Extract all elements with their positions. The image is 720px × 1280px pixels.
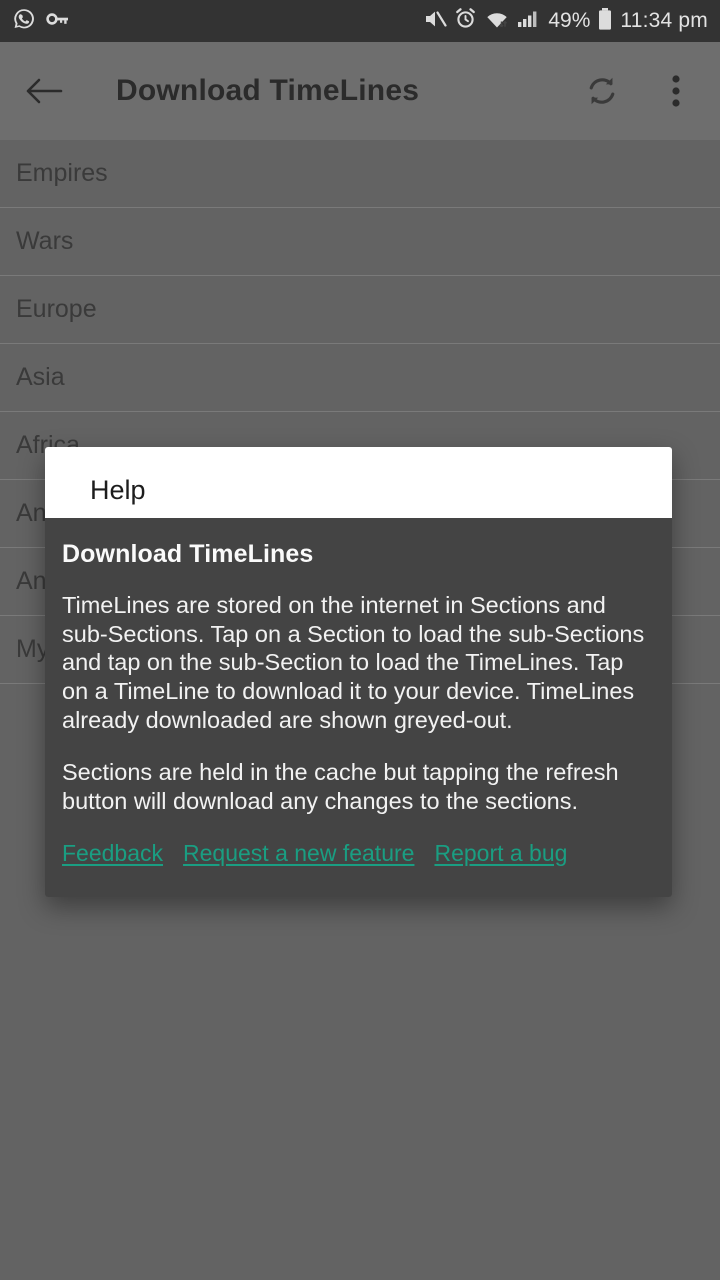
- alarm-clock-icon: [454, 7, 477, 35]
- status-bar: 49% 11:34 pm: [0, 0, 720, 42]
- help-paragraph: Sections are held in the cache but tappi…: [62, 759, 619, 814]
- page-title: Download TimeLines: [116, 74, 420, 107]
- phone-screen: 49% 11:34 pm Download TimeLines Empires …: [0, 0, 720, 1280]
- feedback-link[interactable]: Feedback: [62, 840, 163, 867]
- refresh-icon[interactable]: [580, 69, 624, 113]
- list-item[interactable]: Asia: [0, 344, 720, 412]
- list-item-label: Empires: [16, 159, 108, 187]
- more-vert-icon[interactable]: [654, 69, 698, 113]
- list-item-label: An: [16, 567, 47, 595]
- arrow-back-icon[interactable]: [22, 69, 66, 113]
- help-dialog-heading: Download TimeLines: [62, 540, 314, 568]
- help-dialog: Help Download TimeLines TimeLines are st…: [45, 447, 672, 897]
- help-dialog-links: Feedback Request a new feature Report a …: [62, 840, 655, 867]
- list-item-label: Wars: [16, 227, 74, 255]
- list-item[interactable]: Europe: [0, 276, 720, 344]
- vpn-key-icon: [46, 9, 70, 34]
- help-dialog-title: Help: [90, 475, 146, 505]
- list-item-label: An: [16, 499, 47, 527]
- status-bar-left-icons: [12, 7, 70, 36]
- app-bar-actions: [580, 69, 698, 113]
- cellular-signal-icon: [517, 9, 541, 34]
- wifi-transfer-icon: [484, 8, 510, 35]
- battery-percent-label: 49%: [548, 9, 591, 32]
- help-paragraph: TimeLines are stored on the internet in …: [62, 592, 645, 733]
- volume-mute-icon: [423, 8, 447, 35]
- list-item[interactable]: Wars: [0, 208, 720, 276]
- whatsapp-icon: [12, 7, 36, 36]
- report-bug-link[interactable]: Report a bug: [434, 840, 567, 867]
- battery-icon: [597, 7, 613, 36]
- list-item-label: Asia: [16, 363, 65, 391]
- clock-label: 11:34 pm: [620, 9, 708, 32]
- list-item-label: Europe: [16, 295, 97, 323]
- app-bar: Download TimeLines: [0, 42, 720, 140]
- help-dialog-body: Download TimeLines TimeLines are stored …: [45, 518, 672, 897]
- request-feature-link[interactable]: Request a new feature: [183, 840, 414, 867]
- list-item[interactable]: Empires: [0, 140, 720, 208]
- status-bar-right-icons: 49% 11:34 pm: [423, 7, 708, 36]
- help-dialog-header: Help: [45, 447, 672, 518]
